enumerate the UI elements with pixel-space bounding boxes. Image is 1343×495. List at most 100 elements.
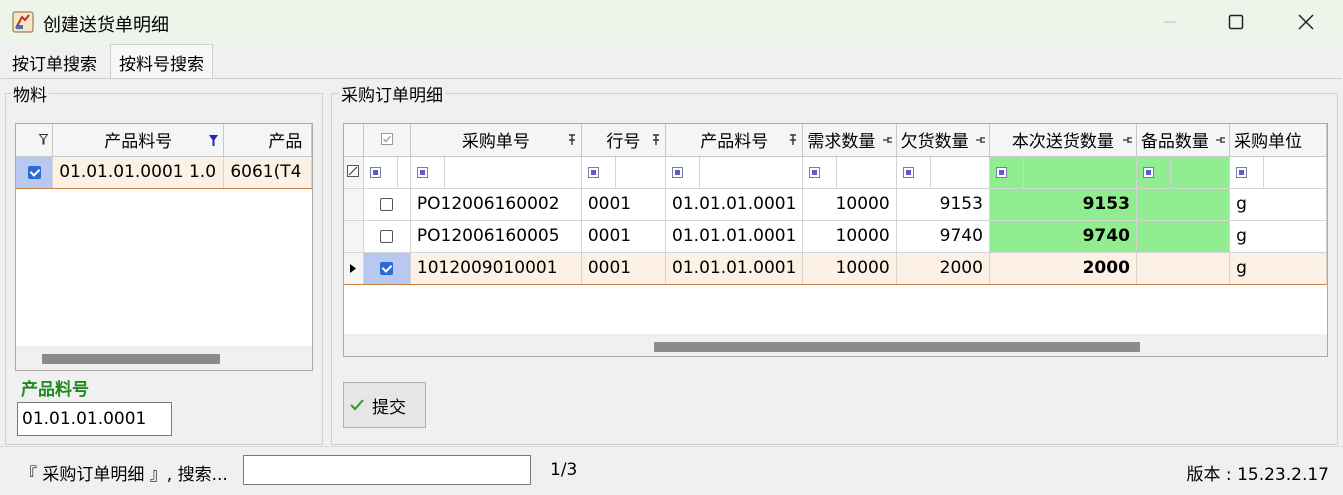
cell-spare-qty[interactable]: [1136, 188, 1231, 221]
column-header-demand-qty[interactable]: 需求数量: [802, 124, 897, 157]
filter-operator-icon[interactable]: [995, 166, 1007, 178]
row-select-cell[interactable]: [363, 220, 411, 253]
pin-icon[interactable]: [1215, 134, 1226, 146]
maximize-icon: [1228, 14, 1244, 30]
cell-deliver-qty[interactable]: 9740: [989, 220, 1137, 253]
order-grid-scrollbar[interactable]: [344, 334, 1327, 356]
column-header-label: 产品: [268, 132, 303, 153]
filter-cell[interactable]: [1136, 156, 1231, 189]
column-header-owed-qty[interactable]: 欠货数量: [896, 124, 990, 157]
column-header-line-number[interactable]: 行号: [581, 124, 667, 157]
row-checkbox[interactable]: [380, 197, 394, 211]
scrollbar-thumb[interactable]: [654, 342, 1140, 352]
column-header-deliver-qty[interactable]: 本次送货数量: [989, 124, 1137, 157]
filter-cell[interactable]: [1229, 156, 1327, 189]
order-detail-grid[interactable]: 采购单号 行号 产品料号 需求数量 欠货数量 本次送货数量 备品数量 采购单位: [343, 123, 1328, 357]
column-header-po-number[interactable]: 采购单号: [410, 124, 582, 157]
close-icon: [1298, 14, 1314, 30]
filter-cell[interactable]: [989, 156, 1137, 189]
pin-icon[interactable]: [882, 134, 892, 146]
material-grid-scrollbar[interactable]: [16, 346, 312, 370]
column-header-label: 欠货数量: [900, 132, 969, 153]
pin-icon[interactable]: [975, 134, 985, 146]
cell-deliver-qty[interactable]: 9153: [989, 188, 1137, 221]
product-code-input[interactable]: [17, 402, 172, 436]
filter-cell[interactable]: [665, 156, 804, 189]
filter-operator-icon[interactable]: [809, 166, 821, 178]
filter-operator-icon[interactable]: [587, 166, 599, 178]
row-select-cell[interactable]: [363, 251, 411, 285]
submit-button[interactable]: 提交: [343, 382, 426, 428]
filter-cell[interactable]: [896, 156, 990, 189]
cell-line-number: 0001: [581, 188, 667, 221]
column-header-product-code[interactable]: 产品料号: [52, 124, 225, 157]
cell-spare-qty[interactable]: [1136, 251, 1231, 285]
checkmark-icon: [350, 399, 364, 411]
column-header-label: 采购单位: [1234, 132, 1303, 153]
column-header-product-code[interactable]: 产品料号: [665, 124, 804, 157]
cell-owed-qty: 9740: [896, 220, 990, 253]
cell-spare-qty[interactable]: [1136, 220, 1231, 253]
filter-operator-icon[interactable]: [672, 166, 684, 178]
row-select-cell[interactable]: [363, 188, 411, 221]
filter-row-header: [344, 156, 364, 189]
table-row[interactable]: 1012009010001 0001 01.01.01.0001 10000 2…: [344, 251, 1327, 285]
column-header-spare-qty[interactable]: 备品数量: [1136, 124, 1231, 157]
row-checkbox[interactable]: [27, 165, 41, 179]
cell-demand-qty: 10000: [802, 188, 897, 221]
filter-cell[interactable]: [802, 156, 897, 189]
column-header-label: 产品料号: [700, 132, 769, 153]
filter-operator-icon[interactable]: [1142, 166, 1154, 178]
row-header[interactable]: [344, 220, 364, 253]
row-checkbox[interactable]: [380, 261, 394, 275]
cell-demand-qty: 10000: [802, 251, 897, 285]
select-all-header[interactable]: [363, 124, 411, 157]
material-grid[interactable]: 产品料号 产品 01.01.01.0001 1.0 6061(T4: [15, 123, 313, 371]
maximize-button[interactable]: [1208, 0, 1264, 44]
row-header-corner: [344, 124, 364, 157]
pin-icon[interactable]: [788, 134, 798, 146]
cell-po-number: 1012009010001: [410, 251, 582, 285]
cell-owed-qty: 9153: [896, 188, 990, 221]
column-header-purchase-unit[interactable]: 采购单位: [1229, 124, 1327, 157]
cell-product-code: 01.01.01.0001: [665, 188, 804, 221]
filter-operator-icon[interactable]: [902, 166, 914, 178]
filter-cell[interactable]: [581, 156, 667, 189]
current-row-icon: [350, 264, 357, 273]
cell-po-number: PO12006160005: [410, 220, 582, 253]
material-grid-corner[interactable]: [16, 124, 54, 157]
tab-search-by-material[interactable]: 按料号搜索: [110, 44, 213, 80]
filter-cell[interactable]: [363, 156, 411, 189]
pin-icon[interactable]: [651, 134, 661, 146]
checkbox-header-icon: [380, 132, 393, 145]
pin-icon[interactable]: [567, 134, 577, 146]
material-group-label: 物料: [11, 81, 49, 106]
row-header[interactable]: [344, 251, 364, 285]
table-row[interactable]: PO12006160002 0001 01.01.01.0001 10000 9…: [344, 188, 1327, 221]
cell-owed-qty: 2000: [896, 251, 990, 285]
tab-search-by-order[interactable]: 按订单搜索: [6, 46, 103, 79]
pin-icon[interactable]: [1122, 134, 1132, 146]
table-row[interactable]: PO12006160005 0001 01.01.01.0001 10000 9…: [344, 220, 1327, 253]
cell-line-number: 0001: [581, 251, 667, 285]
filter-operator-icon[interactable]: [416, 166, 428, 178]
filter-cell[interactable]: [410, 156, 582, 189]
row-header[interactable]: [344, 188, 364, 221]
cell-deliver-qty[interactable]: 2000: [989, 251, 1137, 285]
column-header-product-name[interactable]: 产品: [223, 124, 312, 157]
filter-operator-icon[interactable]: [1236, 166, 1248, 178]
filter-operator-icon[interactable]: [369, 166, 381, 178]
product-code-label: 产品料号: [21, 380, 89, 400]
table-row[interactable]: 01.01.01.0001 1.0 6061(T4: [16, 155, 312, 189]
row-select-cell[interactable]: [16, 155, 54, 189]
filter-active-icon[interactable]: [209, 135, 219, 147]
order-group-label: 采购订单明细: [339, 81, 445, 106]
close-button[interactable]: [1278, 0, 1334, 44]
search-input[interactable]: [243, 455, 531, 485]
app-icon: [12, 11, 34, 33]
version-label: 版本 : 15.23.2.17: [1186, 465, 1329, 485]
scrollbar-thumb[interactable]: [42, 354, 220, 364]
row-checkbox[interactable]: [380, 229, 394, 243]
cell-product-code: 01.01.01.0001 1.0: [52, 155, 225, 189]
minimize-button[interactable]: [1142, 0, 1198, 44]
